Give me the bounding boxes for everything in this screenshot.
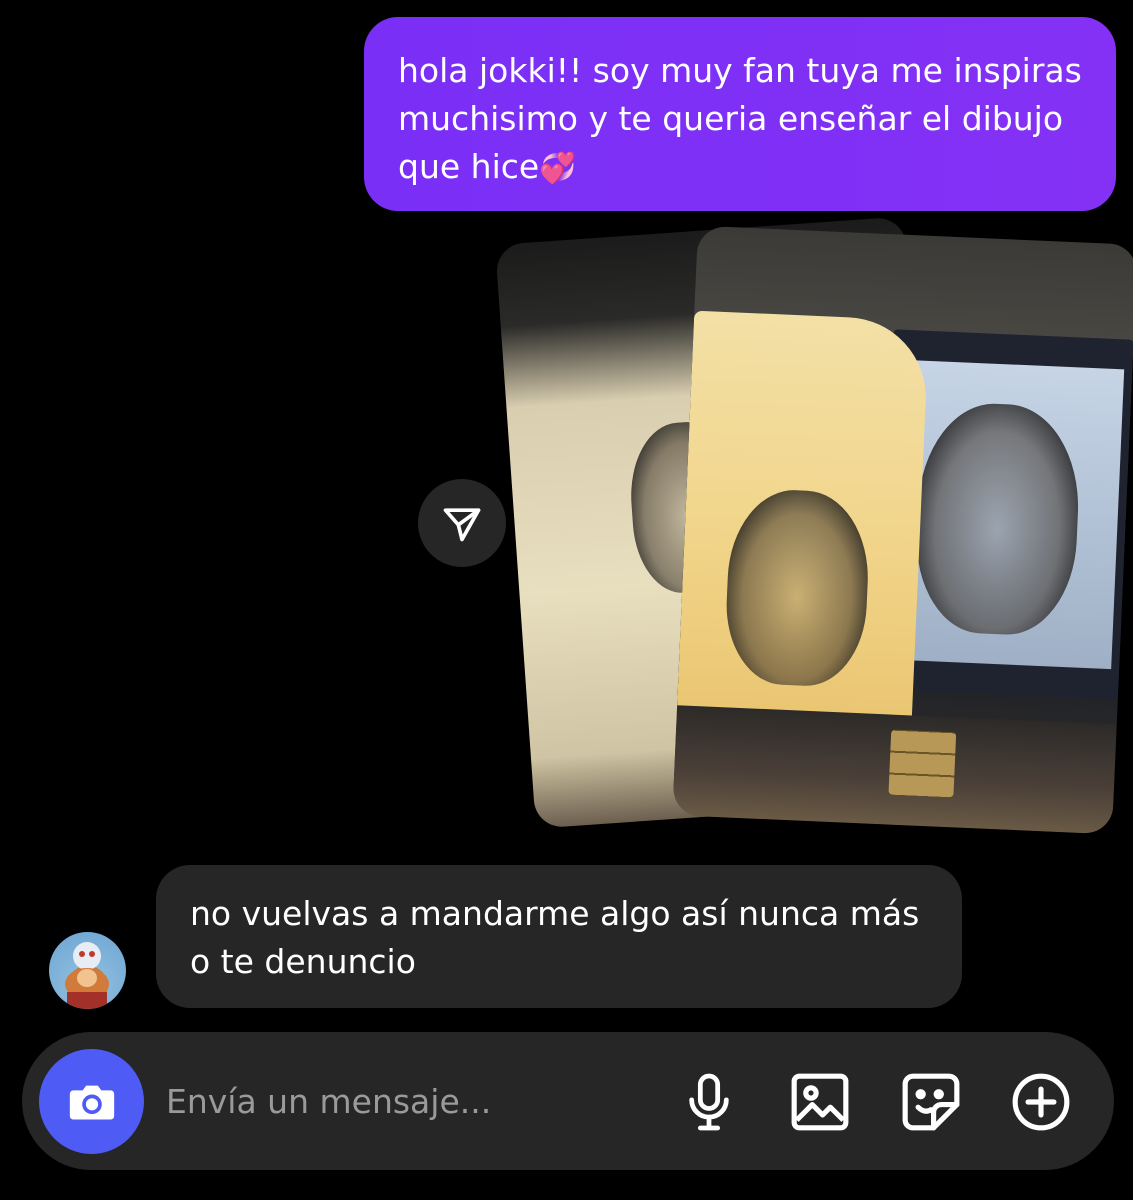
camera-button[interactable]	[39, 1049, 144, 1154]
monitor-screen	[891, 359, 1125, 670]
chat-screen: hola jokki!! soy muy fan tuya me inspira…	[0, 0, 1133, 1200]
reference-photo-face	[912, 400, 1083, 638]
paper-plane-icon	[443, 508, 481, 542]
photo-attachment-stack[interactable]	[495, 215, 1133, 835]
sent-message-text: hola jokki!! soy muy fan tuya me inspira…	[398, 51, 1082, 186]
camera-icon	[69, 1085, 114, 1119]
avatar[interactable]	[49, 932, 126, 1009]
drawing-paper	[676, 310, 930, 741]
gallery-button[interactable]	[789, 1071, 851, 1133]
plus-circle-icon	[1012, 1073, 1070, 1131]
image-icon	[791, 1073, 849, 1131]
voice-message-button[interactable]	[678, 1071, 740, 1133]
sent-message-bubble[interactable]: hola jokki!! soy muy fan tuya me inspira…	[364, 17, 1116, 211]
message-composer	[22, 1032, 1114, 1170]
heart-emoji: 💞	[539, 151, 577, 186]
received-message-text: no vuelvas a mandarme algo así nunca más…	[190, 894, 920, 981]
received-message-bubble[interactable]: no vuelvas a mandarme algo así nunca más…	[156, 865, 962, 1008]
message-input[interactable]	[166, 1077, 646, 1125]
share-button[interactable]	[418, 479, 506, 567]
avatar-image	[65, 942, 109, 1009]
attached-photo-front[interactable]	[672, 225, 1133, 835]
sticker-button[interactable]	[900, 1071, 962, 1133]
puzzle-cube	[888, 729, 957, 798]
sticker-icon	[902, 1073, 960, 1131]
more-options-button[interactable]	[1010, 1071, 1072, 1133]
microphone-icon	[689, 1073, 729, 1131]
portrait-drawing	[723, 487, 872, 689]
